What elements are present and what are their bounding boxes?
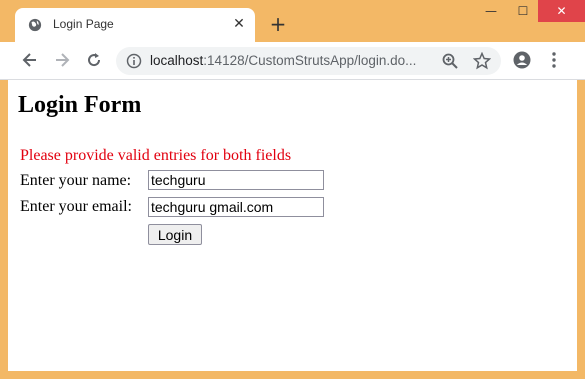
zoom-icon[interactable] [441, 52, 459, 70]
name-label: Enter your name: [20, 172, 132, 189]
address-bar[interactable]: localhost:14128/CustomStrutsApp/login.do… [116, 47, 501, 75]
url-text: localhost:14128/CustomStrutsApp/login.do… [150, 53, 416, 68]
login-button[interactable]: Login [148, 224, 202, 245]
close-window-button[interactable]: ✕ [538, 0, 585, 22]
page-content: Login Form Please provide valid entries … [8, 80, 577, 371]
email-field[interactable] [148, 197, 324, 217]
tab-login-page[interactable]: Login Page ✕ [15, 8, 255, 42]
info-icon[interactable] [126, 53, 142, 69]
email-label: Enter your email: [20, 198, 132, 215]
url-host: localhost [150, 53, 204, 68]
page-title: Login Form [18, 92, 142, 118]
new-tab-button[interactable]: + [268, 14, 288, 34]
maximize-button[interactable]: ☐ [508, 0, 538, 22]
name-field[interactable] [148, 170, 324, 190]
globe-icon [28, 18, 42, 32]
minimize-button[interactable]: — [476, 0, 506, 22]
bookmark-star-icon[interactable] [473, 52, 491, 70]
error-message: Please provide valid entries for both fi… [20, 147, 292, 164]
tab-title: Login Page [53, 17, 114, 31]
browser-window: Login Page ✕ + — ☐ ✕ localhost:14128/Cus… [0, 0, 585, 379]
close-tab-icon[interactable]: ✕ [231, 16, 247, 32]
more-menu-icon[interactable] [547, 51, 561, 69]
url-path: :14128/CustomStrutsApp/login.do... [203, 53, 417, 68]
reload-icon[interactable] [85, 51, 103, 69]
profile-icon[interactable] [513, 51, 531, 69]
title-bar: Login Page ✕ + — ☐ ✕ [0, 0, 585, 42]
browser-toolbar: localhost:14128/CustomStrutsApp/login.do… [0, 42, 585, 80]
back-arrow-icon[interactable] [21, 51, 39, 69]
forward-arrow-icon[interactable] [53, 51, 71, 69]
